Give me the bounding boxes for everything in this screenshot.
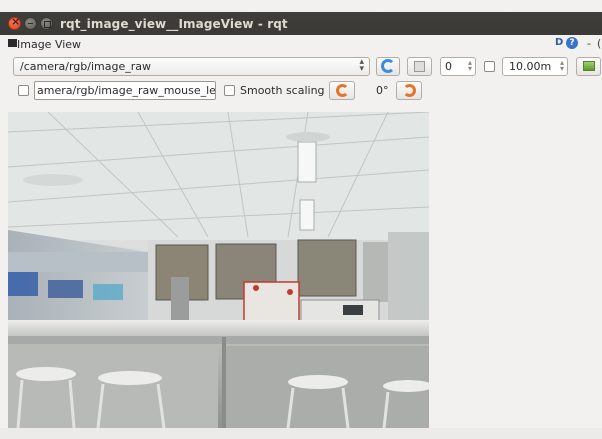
- screenshot-icon: [583, 61, 595, 71]
- smooth-scaling-checkbox[interactable]: [224, 85, 235, 96]
- camera-image: [8, 112, 429, 428]
- window-title: rqt_image_view__ImageView - rqt: [60, 17, 288, 31]
- refresh-button[interactable]: [376, 57, 400, 76]
- topic-select-value: /camera/rgb/image_raw: [20, 60, 151, 73]
- topic-select[interactable]: /camera/rgb/image_raw ▴ ▾: [13, 57, 370, 76]
- combo-arrows-icon: ▴ ▾: [359, 57, 364, 74]
- min-value-spinbox[interactable]: 0 ▴ ▾: [440, 57, 476, 76]
- panel-title: Image View: [17, 38, 82, 51]
- refresh-icon: [381, 59, 395, 73]
- help-icon[interactable]: ?: [566, 37, 578, 49]
- mouse-topic-value: amera/rgb/image_raw_mouse_left: [37, 84, 216, 97]
- rotate-right-button[interactable]: [396, 81, 422, 100]
- rotation-label: 0°: [376, 84, 389, 97]
- min-value: 0: [445, 60, 452, 73]
- rotate-left-button[interactable]: [329, 81, 355, 100]
- panel-header: Image View D ? - (: [0, 35, 602, 55]
- smooth-scaling-label: Smooth scaling: [240, 84, 325, 97]
- window-minimize-button[interactable]: [24, 17, 37, 30]
- status-bar: [0, 428, 602, 439]
- screenshot-button[interactable]: [576, 57, 601, 76]
- mouse-publish-checkbox[interactable]: [18, 85, 29, 96]
- max-value: 10.00m: [509, 60, 552, 73]
- spin2-arrows-icon: ▴ ▾: [559, 58, 564, 73]
- max-value-spinbox[interactable]: 10.00m ▴ ▾: [502, 57, 568, 76]
- save-button[interactable]: [407, 57, 432, 76]
- image-viewport[interactable]: [8, 112, 429, 428]
- save-icon: [414, 61, 425, 72]
- rotate-ccw-icon: [336, 84, 349, 97]
- window-maximize-button[interactable]: [40, 17, 53, 30]
- panel-minimize-button[interactable]: -: [587, 37, 591, 50]
- window-titlebar: rqt_image_view__ImageView - rqt: [0, 0, 602, 35]
- rotate-cw-icon: [403, 84, 416, 97]
- window-close-button[interactable]: [8, 15, 21, 30]
- mouse-topic-input[interactable]: amera/rgb/image_raw_mouse_left: [34, 81, 216, 100]
- dynamic-range-checkbox[interactable]: [484, 61, 495, 72]
- panel-d-button[interactable]: D: [555, 37, 563, 48]
- spin-arrows-icon: ▴ ▾: [467, 58, 472, 73]
- panel-icon: [8, 39, 17, 47]
- panel-close-button[interactable]: (: [597, 37, 601, 50]
